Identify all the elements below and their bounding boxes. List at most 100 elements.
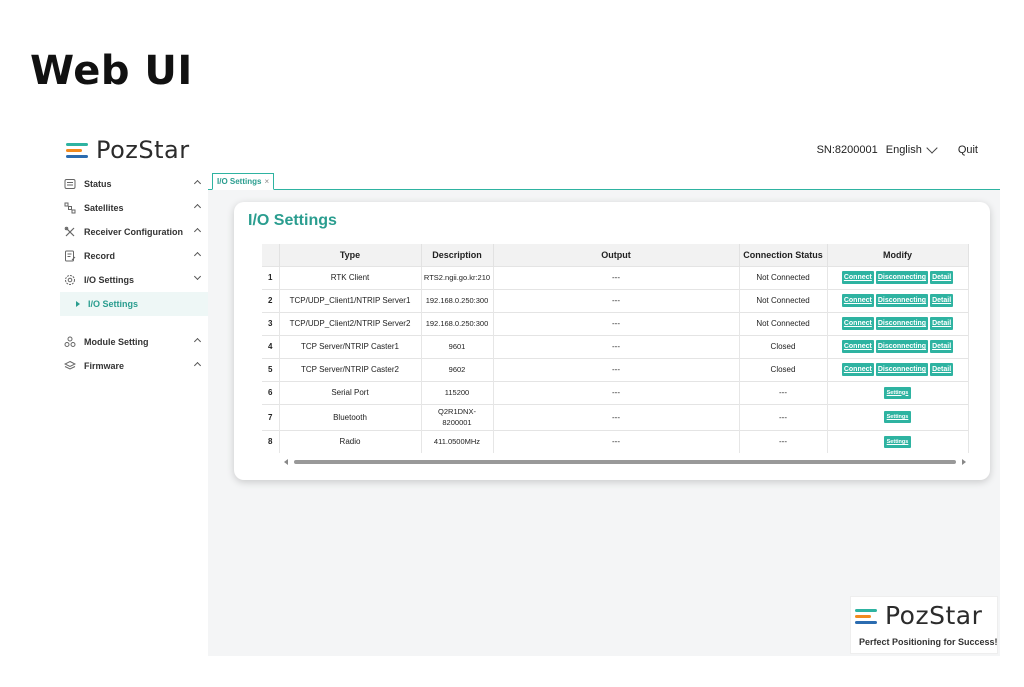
row-index: 1 [262,265,280,289]
sidebar: Status Satellites Receiver Configuration… [60,172,208,656]
row-type: TCP Server/NTRIP Caster2 [279,357,422,381]
sidebar-item-firmware[interactable]: Firmware [60,354,208,378]
row-index: 2 [262,288,280,312]
settings-button[interactable]: Settings [883,435,912,448]
tab-io-settings[interactable]: I/O Settings × [212,173,275,190]
row-description: 115200 [421,380,494,404]
chevron-up-icon [193,227,202,236]
settings-button[interactable]: Settings [883,411,912,423]
row-status: Closed [739,357,828,381]
connect-button[interactable]: Connect [841,294,874,307]
detail-button[interactable]: Detail [930,317,954,330]
scroll-right-icon[interactable] [962,459,966,465]
language-label: English [885,144,922,156]
quit-button[interactable]: Quit [958,144,978,156]
sidebar-item-io-settings[interactable]: I/O Settings [60,268,208,292]
row-modify: Connect Disconnecting Detail [827,311,969,335]
table-header-row: Type Description Output Connection Statu… [262,244,969,266]
sidebar-item-label: Status [84,179,112,189]
layers-icon [64,360,76,372]
settings-button[interactable]: Settings [883,386,912,399]
brand-logo-text: PozStar [885,601,983,630]
chevron-down-icon [193,272,202,281]
row-type: Serial Port [279,380,422,404]
sidebar-item-satellites[interactable]: Satellites [60,196,208,220]
row-output: --- [493,403,740,430]
row-type: TCP/UDP_Client2/NTRIP Server2 [279,311,422,335]
close-icon[interactable]: × [264,177,269,186]
row-modify: Settings [827,429,969,453]
detail-button[interactable]: Detail [930,363,954,376]
logo-text: PozStar [96,136,190,164]
sidebar-item-label: Record [84,251,116,261]
sidebar-subitem-label: I/O Settings [88,299,139,309]
record-icon [64,250,76,262]
row-description-line1: Q2R1DNX- [438,407,476,416]
disconnect-button[interactable]: Disconnecting [875,340,929,353]
row-modify: Connect Disconnecting Detail [827,288,969,312]
brand-logo: PozStar [855,601,982,630]
sidebar-item-receiver-configuration[interactable]: Receiver Configuration [60,220,208,244]
connect-button[interactable]: Connect [841,271,874,284]
table-row: 1 RTK Client RTS2.ngii.go.kr:210 --- Not… [262,265,969,289]
caret-right-icon [76,301,80,307]
table-row: 2 TCP/UDP_Client1/NTRIP Server1 192.168.… [262,288,969,312]
disconnect-button[interactable]: Disconnecting [875,271,929,284]
chevron-up-icon [193,337,202,346]
sidebar-subitem-io-settings[interactable]: I/O Settings [60,292,208,316]
row-description: Q2R1DNX- 8200001 [421,403,494,430]
disconnect-button[interactable]: Disconnecting [875,294,929,307]
row-modify: Settings [827,403,969,430]
row-type: Radio [279,429,422,453]
tab-label: I/O Settings [217,177,262,186]
table-row: 7 Bluetooth Q2R1DNX- 8200001 --- --- Set… [262,403,969,430]
connect-button[interactable]: Connect [841,340,874,353]
logo-mark-icon [855,606,879,626]
disconnect-button[interactable]: Disconnecting [875,317,929,330]
top-bar: PozStar SN:8200001 English Quit [60,130,1000,170]
row-description: 9601 [421,334,494,358]
row-status: Not Connected [739,288,828,312]
scrollbar-thumb[interactable] [294,460,956,464]
connect-button[interactable]: Connect [841,317,874,330]
row-status: --- [739,380,828,404]
row-modify: Connect Disconnecting Detail [827,265,969,289]
pozstar-logo[interactable]: PozStar [66,136,190,164]
sidebar-item-module-setting[interactable]: Module Setting [60,330,208,354]
row-modify: Connect Disconnecting Detail [827,334,969,358]
sidebar-item-label: Firmware [84,361,125,371]
row-type: TCP/UDP_Client1/NTRIP Server1 [279,288,422,312]
row-description-line2: 8200001 [442,418,472,427]
row-status: --- [739,403,828,430]
row-modify: Settings [827,380,969,404]
row-index: 5 [262,357,280,381]
header-right: SN:8200001 English Quit [817,142,978,156]
row-status: Not Connected [739,265,828,289]
slide-title: Web UI [30,48,193,94]
chevron-down-icon [926,142,938,154]
language-select[interactable]: English [885,142,938,156]
horizontal-scrollbar[interactable] [284,458,966,466]
row-modify: Connect Disconnecting Detail [827,357,969,381]
row-output: --- [493,311,740,335]
detail-button[interactable]: Detail [930,271,954,284]
table-row: 6 Serial Port 115200 --- --- Settings [262,380,969,404]
sidebar-item-record[interactable]: Record [60,244,208,268]
row-output: --- [493,429,740,453]
table-row: 3 TCP/UDP_Client2/NTRIP Server2 192.168.… [262,311,969,335]
satellite-icon [64,202,76,214]
brand-box: PozStar Perfect Positioning for Success! [850,596,998,654]
row-output: --- [493,334,740,358]
sidebar-item-status[interactable]: Status [60,172,208,196]
column-header-connection-status: Connection Status [739,244,828,266]
gear-icon [64,274,76,286]
row-index: 4 [262,334,280,358]
scroll-left-icon[interactable] [284,459,288,465]
main-content: I/O Settings × I/O Settings Type Descrip… [208,170,1000,656]
detail-button[interactable]: Detail [930,340,954,353]
detail-button[interactable]: Detail [930,294,954,307]
connect-button[interactable]: Connect [841,363,874,376]
disconnect-button[interactable]: Disconnecting [875,363,929,376]
row-output: --- [493,288,740,312]
status-icon [64,178,76,190]
